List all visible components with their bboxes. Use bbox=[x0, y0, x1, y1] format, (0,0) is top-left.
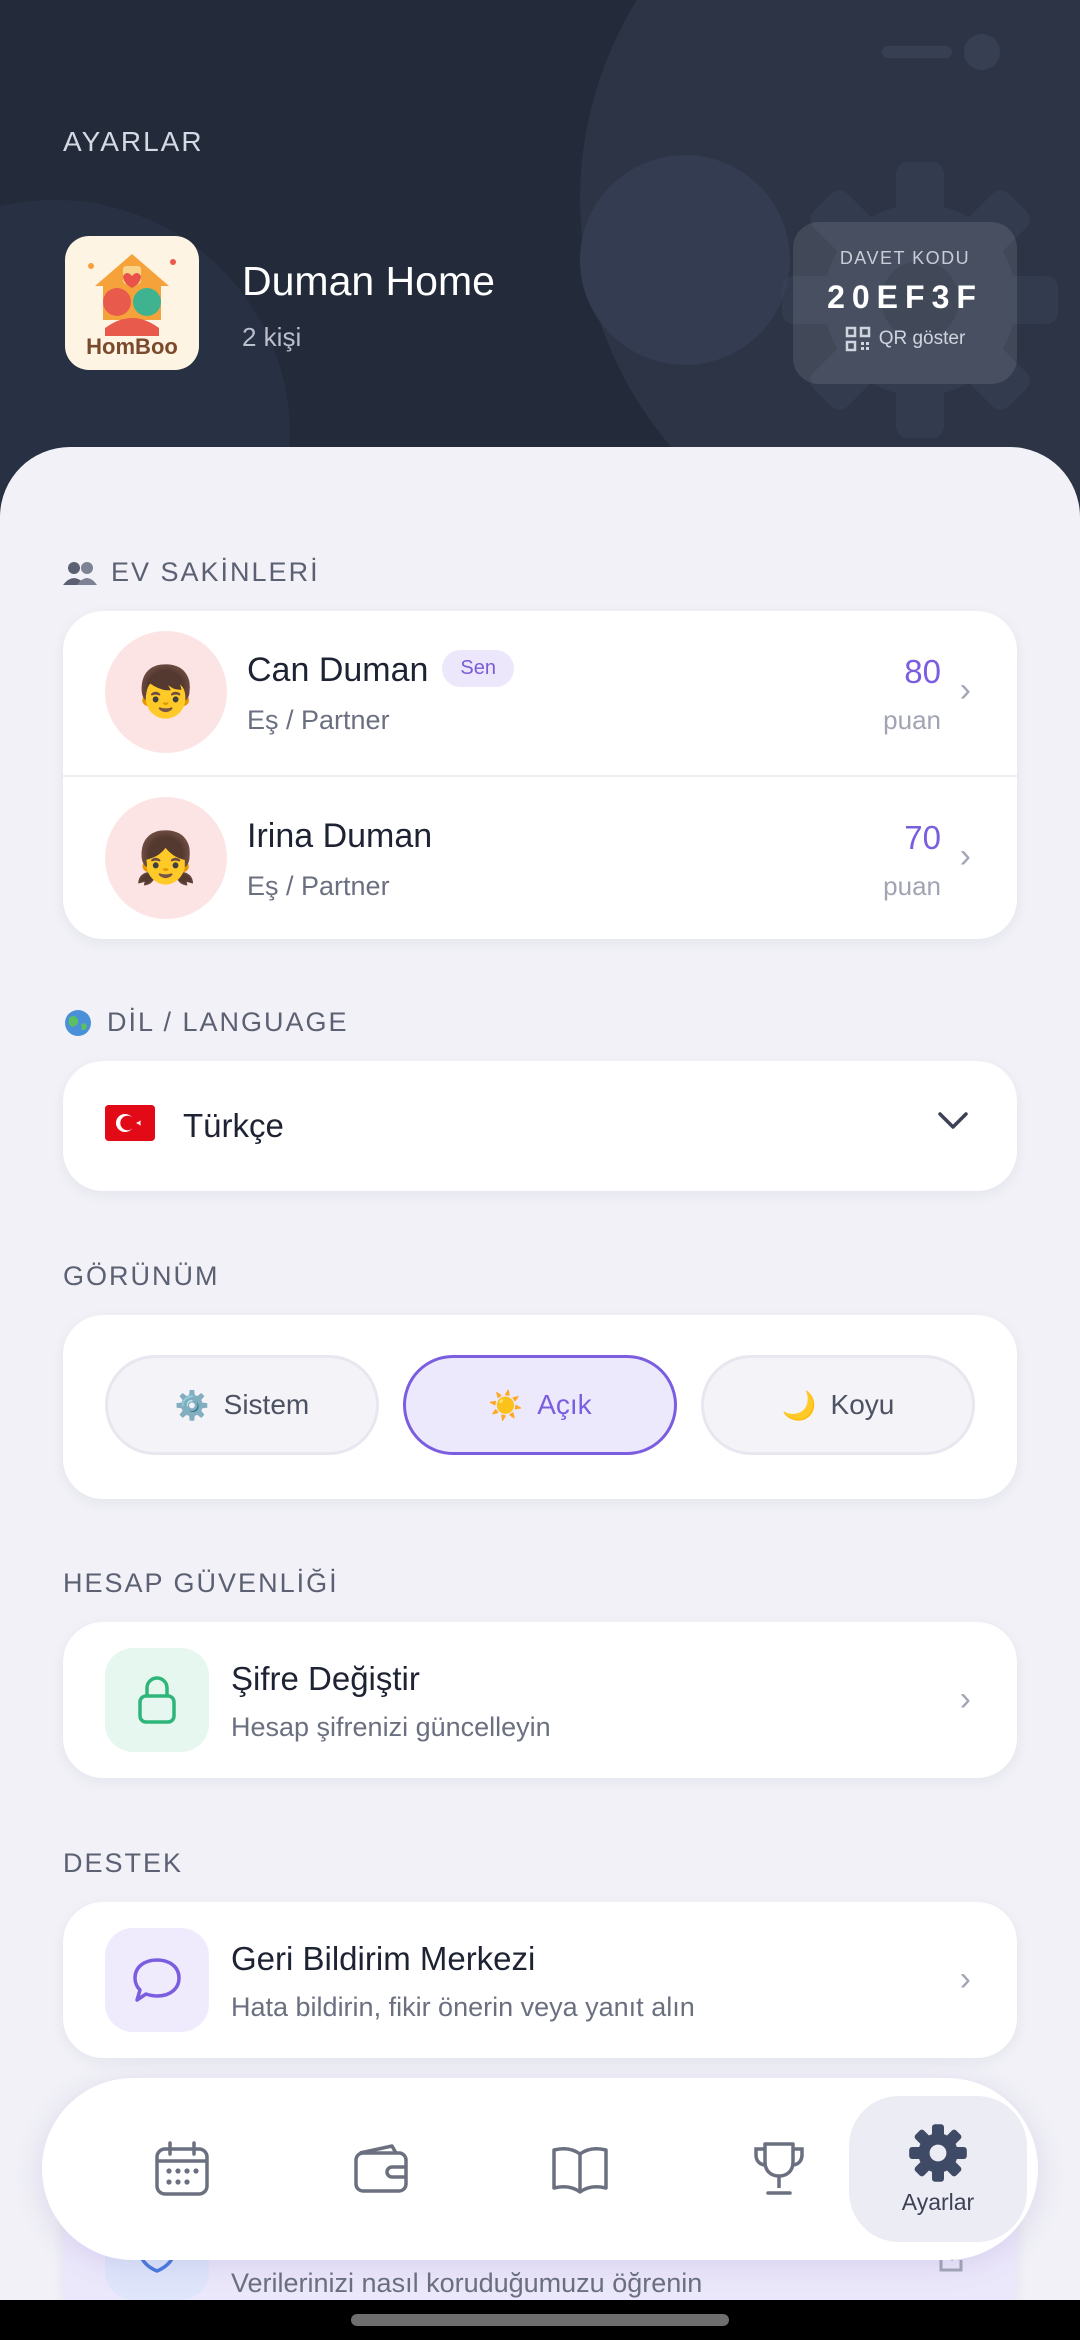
member-points-unit: puan bbox=[883, 871, 941, 901]
gear-icon bbox=[909, 2123, 967, 2182]
privacy-subtitle: Verilerinizi nasıl koruduğumuzu öğrenin bbox=[231, 2268, 703, 2298]
section-label-members: EV SAKİNLERİ bbox=[63, 557, 320, 588]
appearance-card: ⚙️ Sistem ☀️ Açık 🌙 Koyu bbox=[63, 1315, 1017, 1499]
system-gesture-bar bbox=[0, 2300, 1080, 2340]
chevron-right-icon: › bbox=[959, 837, 971, 875]
nav-settings[interactable]: Ayarlar bbox=[849, 2096, 1027, 2242]
selected-language: Türkçe bbox=[183, 1107, 284, 1144]
language-select[interactable]: Türkçe bbox=[63, 1061, 1017, 1191]
decor-gear-icon bbox=[882, 34, 1000, 70]
avatar: 👦 bbox=[105, 631, 227, 753]
member-name: Irina Duman bbox=[247, 817, 433, 855]
member-row[interactable]: 👦 Can Duman Sen Eş / Partner 80 puan › bbox=[63, 611, 1017, 775]
change-password-title: Şifre Değiştir bbox=[231, 1660, 420, 1697]
feedback-center-row[interactable]: Geri Bildirim Merkezi Hata bildirin, fik… bbox=[63, 1902, 1017, 2058]
member-points: 80 bbox=[904, 653, 941, 690]
qr-code-icon bbox=[845, 326, 870, 352]
invite-code-card[interactable]: DAVET KODU 20EF3F QR göster bbox=[793, 222, 1017, 384]
member-name: Can Duman Sen bbox=[247, 649, 515, 691]
section-label-text: HESAP GÜVENLİĞİ bbox=[63, 1568, 339, 1598]
theme-option-label: Sistem bbox=[223, 1389, 310, 1420]
theme-option-light[interactable]: ☀️ Açık bbox=[403, 1355, 677, 1455]
chevron-right-icon: › bbox=[959, 1680, 971, 1718]
nav-settings-label: Ayarlar bbox=[901, 2188, 975, 2215]
home-member-count: 2 kişi bbox=[242, 322, 302, 352]
section-label-language: DİL / LANGUAGE bbox=[63, 1007, 349, 1038]
section-label-security: HESAP GÜVENLİĞİ bbox=[63, 1568, 339, 1599]
member-role: Eş / Partner bbox=[247, 871, 390, 901]
bottom-navigation: Ayarlar bbox=[42, 2078, 1038, 2260]
nav-trophy[interactable] bbox=[689, 2078, 869, 2260]
lock-icon bbox=[105, 1648, 209, 1752]
section-label-text: GÖRÜNÜM bbox=[63, 1261, 220, 1291]
chevron-right-icon: › bbox=[959, 671, 971, 709]
section-label-text: DİL / LANGUAGE bbox=[107, 1007, 349, 1037]
sun-icon: ☀️ bbox=[488, 1389, 524, 1421]
members-card: 👦 Can Duman Sen Eş / Partner 80 puan › 👧 … bbox=[63, 611, 1017, 939]
turkey-flag-icon bbox=[105, 1105, 155, 1141]
you-badge: Sen bbox=[442, 649, 515, 687]
change-password-subtitle: Hesap şifrenizi güncelleyin bbox=[231, 1712, 551, 1742]
section-label-appearance: GÖRÜNÜM bbox=[63, 1261, 220, 1292]
show-qr-label: QR göster bbox=[878, 328, 966, 349]
settings-header: AYARLAR HomBoo Duman Home 2 kişi DAVET K… bbox=[0, 0, 1080, 520]
globe-icon bbox=[65, 1009, 91, 1036]
wallet-icon bbox=[354, 2144, 408, 2193]
section-label-text: DESTEK bbox=[63, 1848, 184, 1878]
theme-option-system[interactable]: ⚙️ Sistem bbox=[105, 1355, 379, 1455]
member-points-unit: puan bbox=[883, 705, 941, 735]
theme-option-dark[interactable]: 🌙 Koyu bbox=[701, 1355, 975, 1455]
app-logo: HomBoo bbox=[65, 236, 199, 370]
decor-circle bbox=[580, 155, 790, 365]
theme-option-label: Koyu bbox=[830, 1389, 895, 1420]
chevron-right-icon: › bbox=[959, 1960, 971, 1998]
member-role: Eş / Partner bbox=[247, 705, 390, 735]
logo-wordmark: HomBoo bbox=[86, 334, 178, 359]
page-title: AYARLAR bbox=[63, 126, 204, 157]
chat-bubble-icon bbox=[105, 1928, 209, 2032]
home-indicator[interactable] bbox=[351, 2314, 729, 2326]
chevron-down-icon bbox=[938, 1112, 968, 1129]
moon-icon: 🌙 bbox=[781, 1389, 817, 1421]
avatar: 👧 bbox=[105, 797, 227, 919]
member-row[interactable]: 👧 Irina Duman Eş / Partner 70 puan › bbox=[63, 775, 1017, 939]
section-label-text: EV SAKİNLERİ bbox=[111, 557, 320, 587]
people-icon bbox=[63, 561, 97, 585]
book-icon bbox=[552, 2147, 608, 2194]
invite-code-value: 20EF3F bbox=[827, 279, 983, 315]
feedback-center-title: Geri Bildirim Merkezi bbox=[231, 1940, 536, 1977]
invite-code-label: DAVET KODU bbox=[839, 248, 971, 268]
feedback-center-subtitle: Hata bildirin, fikir önerin veya yanıt a… bbox=[231, 1992, 695, 2022]
trophy-icon bbox=[754, 2142, 804, 2195]
show-qr-button[interactable]: QR göster bbox=[793, 326, 1017, 352]
member-name-text: Can Duman bbox=[247, 651, 429, 689]
theme-option-label: Açık bbox=[537, 1389, 592, 1420]
home-name: Duman Home bbox=[242, 258, 495, 304]
nav-wallet[interactable] bbox=[291, 2078, 471, 2260]
nav-calendar[interactable] bbox=[92, 2078, 272, 2260]
change-password-row[interactable]: Şifre Değiştir Hesap şifrenizi güncelley… bbox=[63, 1622, 1017, 1778]
section-label-support: DESTEK bbox=[63, 1848, 183, 1879]
nav-book[interactable] bbox=[490, 2078, 670, 2260]
gear-icon: ⚙️ bbox=[174, 1389, 210, 1421]
member-points: 70 bbox=[904, 819, 941, 856]
calendar-icon bbox=[155, 2141, 209, 2196]
